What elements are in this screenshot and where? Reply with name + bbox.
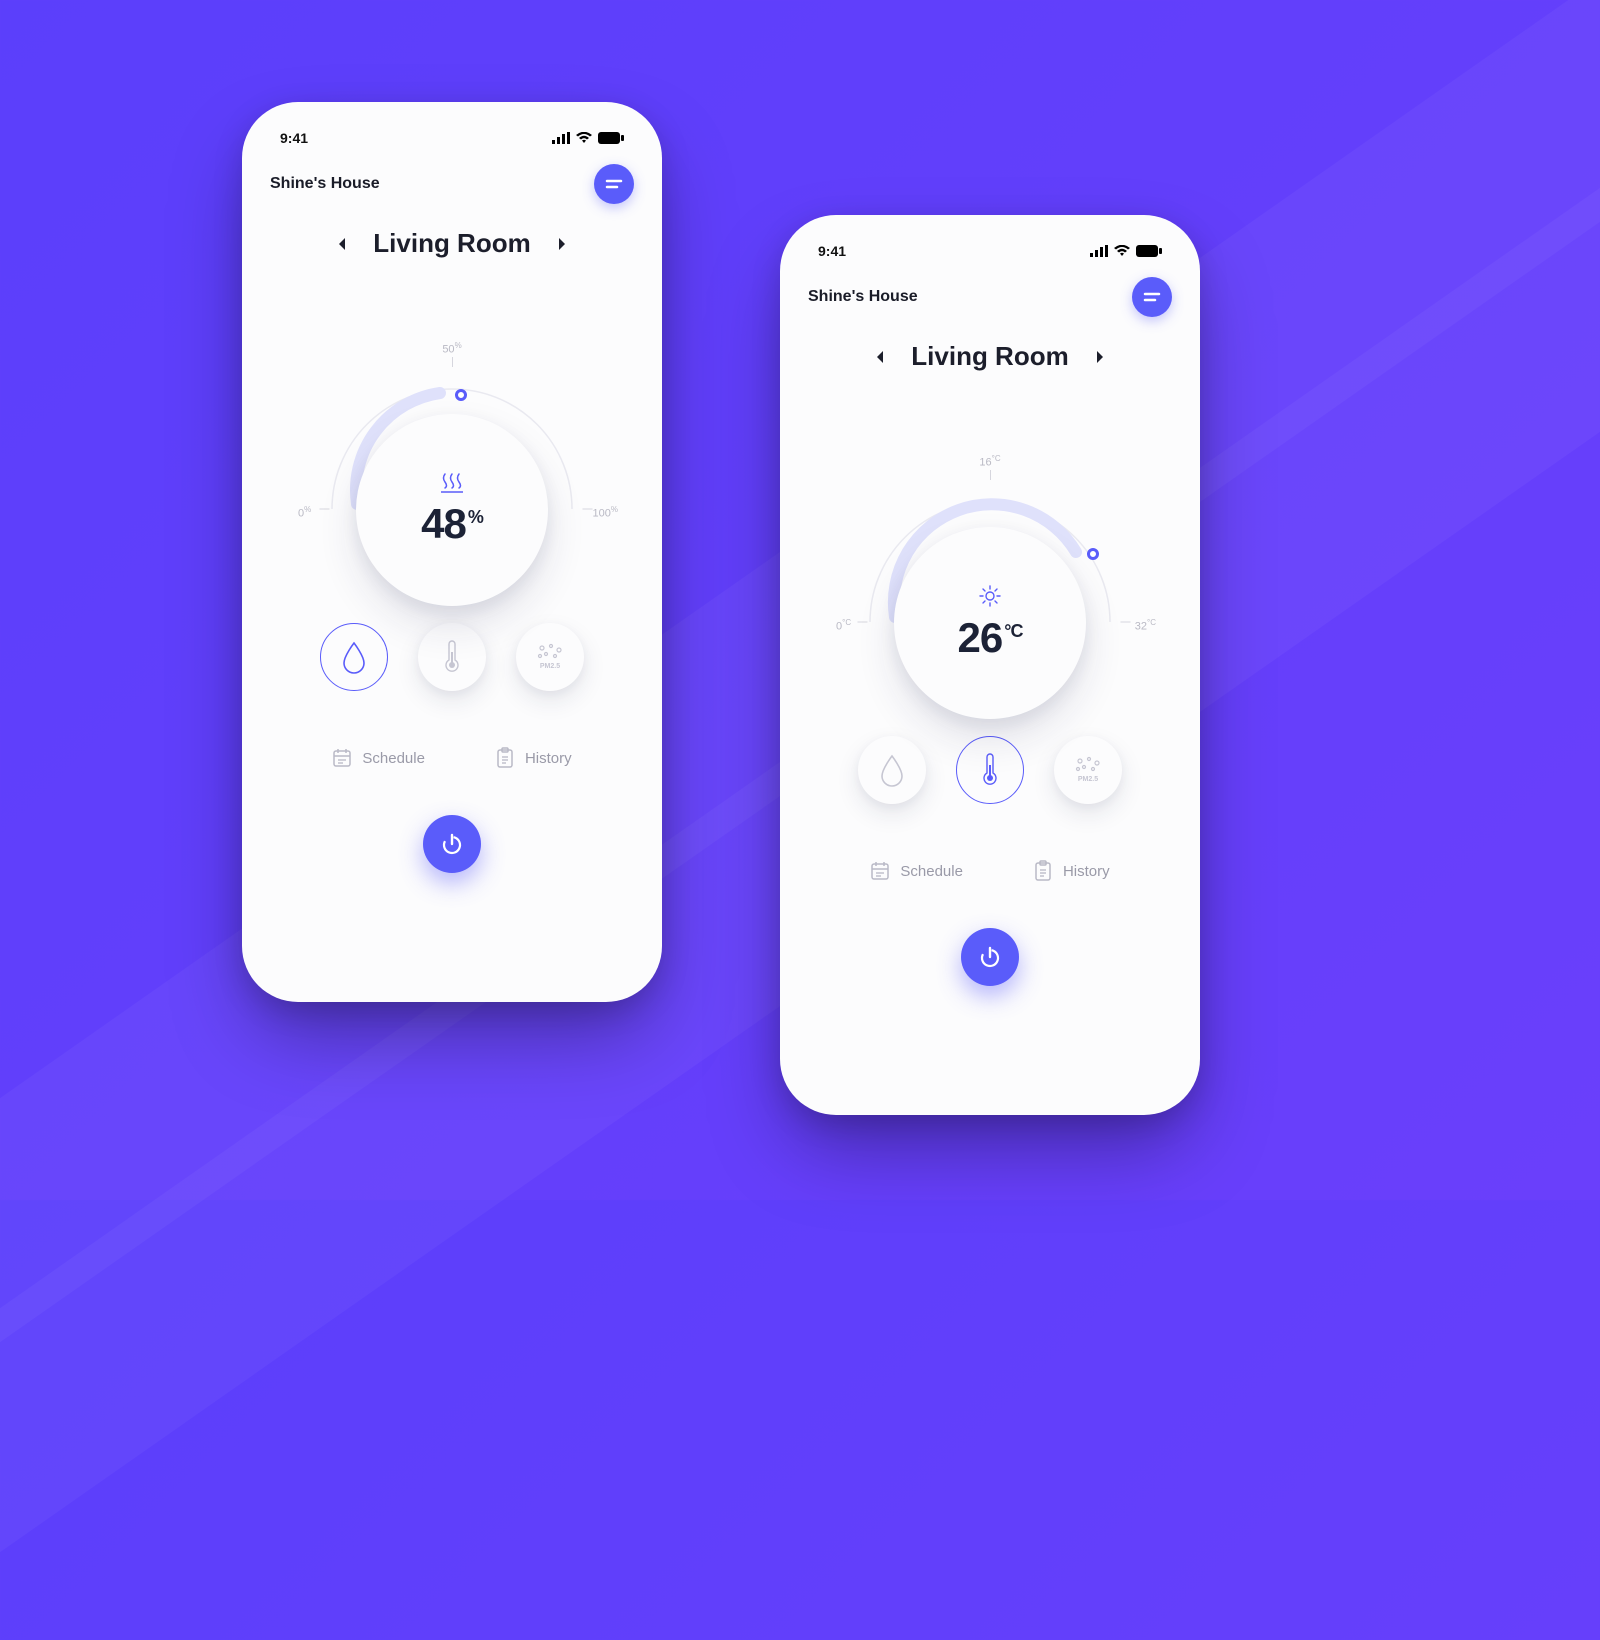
power-icon: [440, 832, 464, 856]
thermometer-icon: [442, 640, 462, 674]
cellular-icon: [1090, 245, 1108, 257]
mode-temperature-button[interactable]: [956, 736, 1024, 804]
schedule-button[interactable]: Schedule: [870, 860, 963, 882]
menu-icon: [1143, 292, 1161, 302]
mode-humidity-button[interactable]: [320, 623, 388, 691]
droplet-icon: [340, 640, 368, 674]
history-button[interactable]: History: [1033, 860, 1110, 882]
prev-room-button[interactable]: [337, 237, 347, 251]
dial-scale-min: 0°C: [836, 618, 851, 633]
dial-indicator-dot[interactable]: [1087, 548, 1099, 560]
history-label: History: [1063, 863, 1110, 880]
status-bar: 9:41: [264, 130, 640, 146]
next-room-button[interactable]: [557, 237, 567, 251]
mode-pm25-button[interactable]: PM2.5: [516, 623, 584, 691]
status-bar: 9:41: [802, 243, 1178, 259]
svg-text:PM2.5: PM2.5: [540, 663, 560, 670]
dial-indicator-dot[interactable]: [455, 389, 467, 401]
clipboard-icon: [495, 747, 515, 769]
pm25-icon: PM2.5: [1071, 753, 1105, 787]
svg-text:PM2.5: PM2.5: [1078, 776, 1098, 783]
mode-buttons: PM2.5: [802, 736, 1178, 804]
wifi-icon: [576, 132, 592, 144]
house-title: Shine's House: [808, 288, 918, 306]
next-room-button[interactable]: [1095, 350, 1105, 364]
schedule-label: Schedule: [362, 750, 425, 767]
droplet-icon: [878, 753, 906, 787]
room-name: Living Room: [911, 341, 1068, 372]
schedule-label: Schedule: [900, 863, 963, 880]
footer-links: Schedule History: [264, 747, 640, 769]
dial-scale-mid: 50%: [442, 341, 461, 356]
dial-scale-min: 0%: [298, 505, 311, 520]
power-button[interactable]: [961, 928, 1019, 986]
dial-scale-mid: 16°C: [979, 454, 1000, 469]
status-time: 9:41: [818, 243, 846, 259]
menu-icon: [605, 179, 623, 189]
prev-room-button[interactable]: [875, 350, 885, 364]
power-button[interactable]: [423, 815, 481, 873]
phone-humidity: 9:41 Shine's House Living Room: [242, 102, 662, 1002]
thermometer-icon: [980, 753, 1000, 787]
calendar-icon: [870, 861, 890, 881]
mode-buttons: PM2.5: [264, 623, 640, 691]
room-selector: Living Room: [802, 341, 1178, 372]
battery-icon: [598, 132, 624, 144]
clipboard-icon: [1033, 860, 1053, 882]
dial-knob: 48%: [356, 414, 548, 606]
history-button[interactable]: History: [495, 747, 572, 769]
menu-button[interactable]: [1132, 277, 1172, 317]
status-icons: [1090, 245, 1162, 257]
history-label: History: [525, 750, 572, 767]
schedule-button[interactable]: Schedule: [332, 747, 425, 769]
dial-knob: 26°C: [894, 527, 1086, 719]
dial-value: 48%: [421, 500, 483, 548]
house-title: Shine's House: [270, 175, 380, 193]
pm25-icon: PM2.5: [533, 640, 567, 674]
room-name: Living Room: [373, 228, 530, 259]
status-icons: [552, 132, 624, 144]
humidity-dial[interactable]: 50% 0% 100%: [264, 319, 640, 599]
dial-scale-max: 100%: [593, 505, 618, 520]
power-icon: [978, 945, 1002, 969]
sun-icon: [978, 584, 1002, 608]
cellular-icon: [552, 132, 570, 144]
mode-humidity-button[interactable]: [858, 736, 926, 804]
humidity-heat-icon: [439, 472, 465, 494]
menu-button[interactable]: [594, 164, 634, 204]
phone-temperature: 9:41 Shine's House Living Room: [780, 215, 1200, 1115]
mode-pm25-button[interactable]: PM2.5: [1054, 736, 1122, 804]
dial-scale-max: 32°C: [1135, 618, 1156, 633]
footer-links: Schedule History: [802, 860, 1178, 882]
dial-value: 26°C: [958, 614, 1023, 662]
calendar-icon: [332, 748, 352, 768]
status-time: 9:41: [280, 130, 308, 146]
room-selector: Living Room: [264, 228, 640, 259]
mode-temperature-button[interactable]: [418, 623, 486, 691]
wifi-icon: [1114, 245, 1130, 257]
battery-icon: [1136, 245, 1162, 257]
temperature-dial[interactable]: 16°C 0°C 32°C: [802, 432, 1178, 712]
